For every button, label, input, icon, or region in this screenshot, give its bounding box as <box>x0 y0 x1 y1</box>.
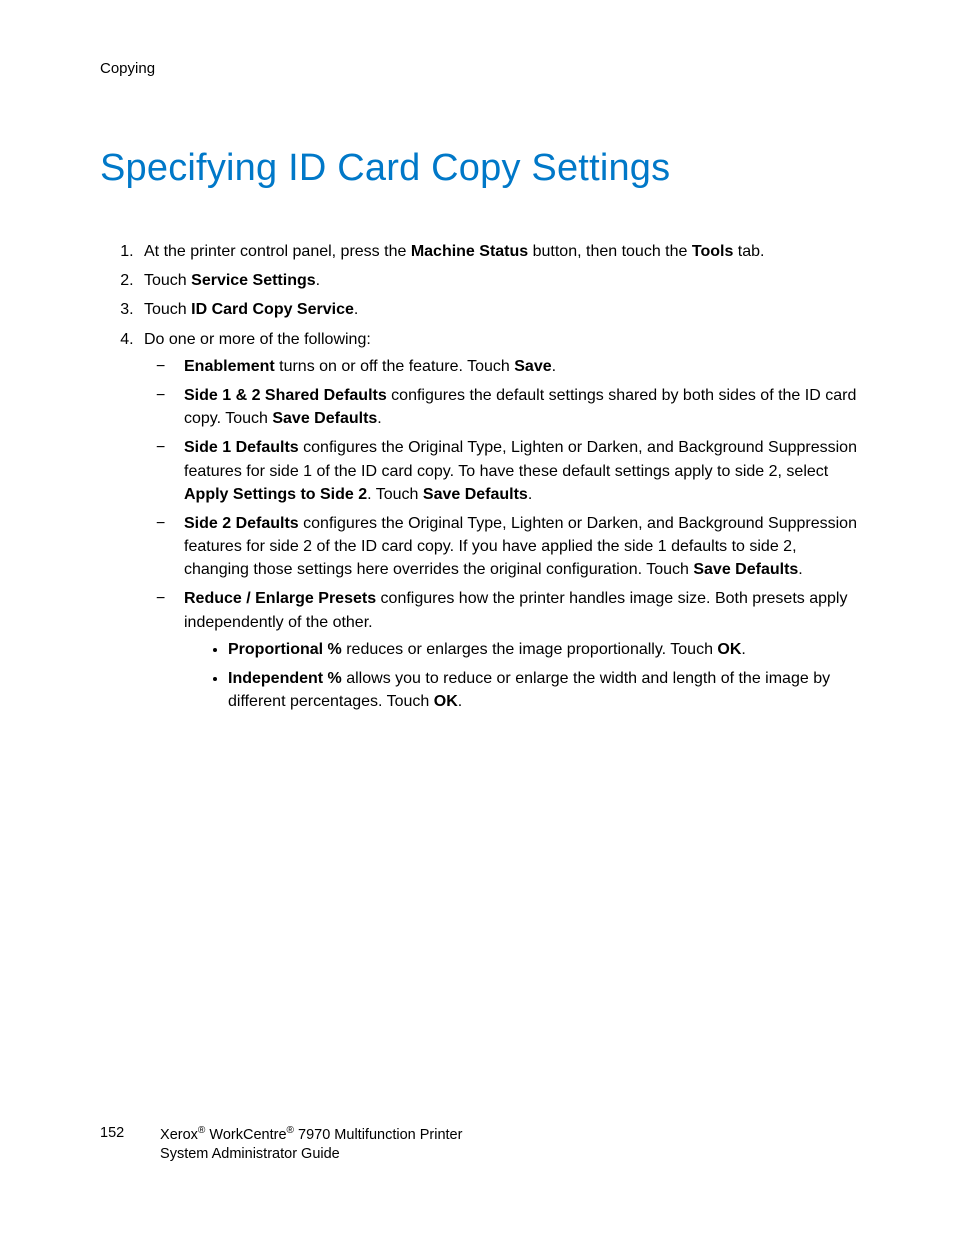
page-footer: 152 Xerox® WorkCentre® 7970 Multifunctio… <box>100 1124 462 1165</box>
footer-line2: System Administrator Guide <box>160 1146 340 1162</box>
list-item: Independent % allows you to reduce or en… <box>228 667 864 713</box>
footer-text: Xerox® WorkCentre® 7970 Multifunction Pr… <box>160 1124 462 1165</box>
list-item: Side 1 & 2 Shared Defaults configures th… <box>172 384 864 430</box>
list-item: Proportional % reduces or enlarges the i… <box>228 638 864 661</box>
list-item: Touch ID Card Copy Service. <box>138 298 864 321</box>
list-item: Side 2 Defaults configures the Original … <box>172 512 864 582</box>
list-item: Reduce / Enlarge Presets configures how … <box>172 587 864 713</box>
list-item: Side 1 Defaults configures the Original … <box>172 436 864 506</box>
page-header-section: Copying <box>100 60 864 77</box>
document-page: Copying Specifying ID Card Copy Settings… <box>0 0 954 1235</box>
list-item: Touch Service Settings. <box>138 269 864 292</box>
list-item: At the printer control panel, press the … <box>138 240 864 263</box>
dash-list: Enablement turns on or off the feature. … <box>144 355 864 714</box>
list-item: Enablement turns on or off the feature. … <box>172 355 864 378</box>
bullet-list: Proportional % reduces or enlarges the i… <box>184 638 864 714</box>
page-title: Specifying ID Card Copy Settings <box>100 147 864 190</box>
page-number: 152 <box>100 1124 156 1144</box>
list-item: Do one or more of the following:Enableme… <box>138 328 864 714</box>
numbered-steps-list: At the printer control panel, press the … <box>100 240 864 713</box>
